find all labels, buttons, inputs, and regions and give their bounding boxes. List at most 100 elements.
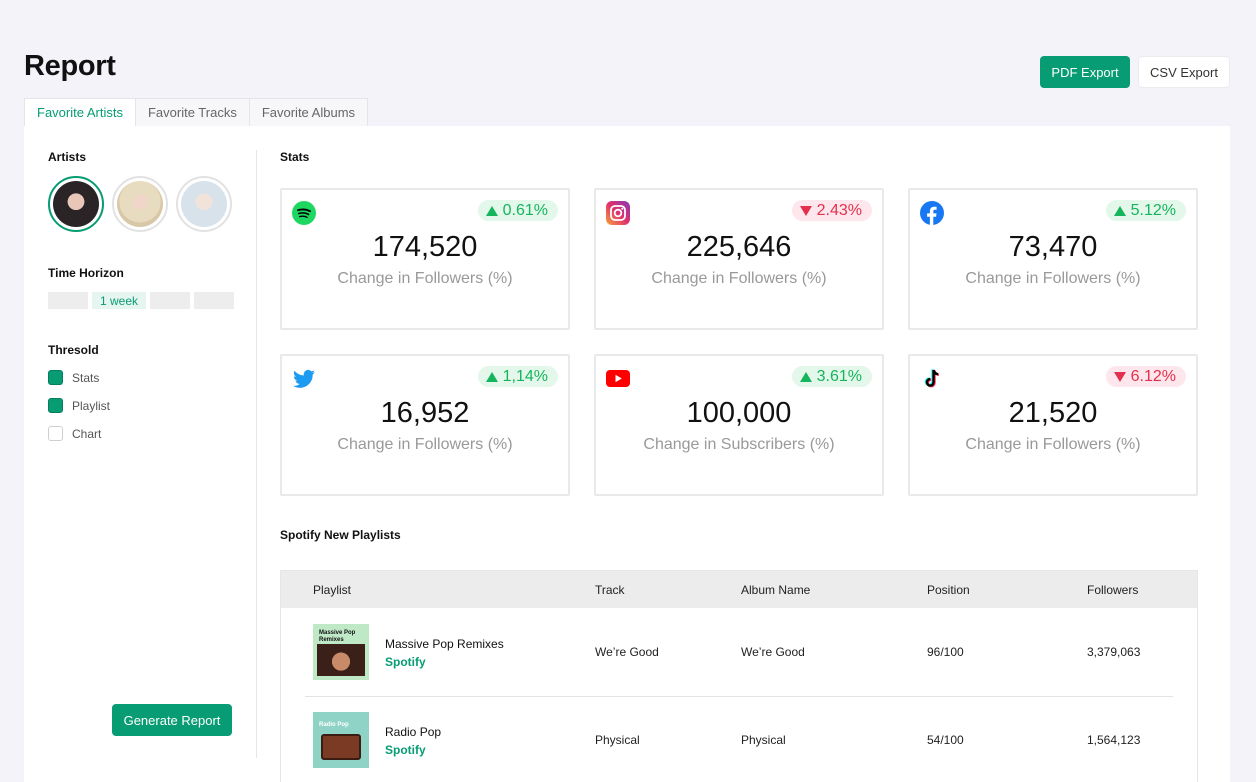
stat-label: Change in Subscribers (%): [643, 436, 835, 453]
change-badge: 0.61%: [477, 200, 558, 221]
change-value: 1,14%: [502, 367, 548, 385]
playlist-name[interactable]: Massive Pop Remixes: [385, 637, 504, 651]
check-playlist[interactable]: Playlist: [48, 398, 234, 413]
position-cell: 96/100: [927, 645, 964, 659]
instagram-icon: [606, 201, 630, 225]
stats-heading: Stats: [280, 150, 310, 164]
check-chart[interactable]: Chart: [48, 426, 234, 441]
check-label: Stats: [72, 370, 100, 385]
album-cell: Physical: [741, 733, 786, 747]
stat-value: 16,952: [380, 397, 470, 429]
followers-cell: 1,564,123: [1087, 733, 1141, 747]
table-header: Playlist Track Album Name Position Follo…: [281, 571, 1197, 608]
tab-favorite-albums[interactable]: Favorite Albums: [249, 98, 369, 127]
stat-label: Change in Followers (%): [651, 270, 827, 287]
artist-avatar-3[interactable]: [176, 176, 232, 232]
change-badge: 3.61%: [791, 366, 872, 387]
stat-label: Change in Followers (%): [965, 270, 1141, 287]
change-value: 0.61%: [502, 201, 548, 219]
playlists-heading: Spotify New Playlists: [280, 528, 401, 542]
time-option-3[interactable]: [150, 292, 190, 309]
time-horizon-heading: Time Horizon: [48, 266, 124, 280]
report-tabs: Favorite Artists Favorite Tracks Favorit…: [24, 98, 369, 127]
time-horizon-selector: 1 week: [48, 292, 234, 309]
page-title: Report: [24, 50, 116, 82]
avatar: [181, 181, 227, 227]
check-label: Playlist: [72, 398, 111, 413]
column-header-followers[interactable]: Followers: [1087, 583, 1138, 597]
triangle-up-icon: [485, 205, 498, 216]
playlist-cover: Radio Pop: [313, 712, 369, 768]
checkbox[interactable]: [48, 370, 63, 385]
facebook-icon: [920, 201, 944, 225]
column-header-track[interactable]: Track: [595, 583, 625, 597]
triangle-down-icon: [1113, 371, 1126, 382]
tab-favorite-tracks[interactable]: Favorite Tracks: [135, 98, 250, 127]
change-badge: 1,14%: [477, 366, 558, 387]
time-option-4[interactable]: [194, 292, 234, 309]
report-panel: Artists Time Horizon 1 week Thresold Sta…: [24, 126, 1230, 782]
triangle-up-icon: [485, 371, 498, 382]
stat-value: 73,470: [1008, 231, 1098, 263]
playlist-source[interactable]: Spotify: [385, 655, 426, 669]
spotify-icon: [292, 201, 316, 225]
track-cell: We’re Good: [595, 645, 659, 659]
avatar: [53, 181, 99, 227]
column-header-playlist[interactable]: Playlist: [313, 583, 351, 597]
triangle-up-icon: [1113, 205, 1126, 216]
tiktok-icon: [924, 369, 940, 388]
stat-value: 100,000: [686, 397, 792, 429]
stat-card-tiktok: 6.12% 21,520 Change in Followers (%): [908, 354, 1198, 496]
divider: [256, 150, 257, 758]
change-badge: 2.43%: [791, 200, 872, 221]
stat-card-twitter: 1,14% 16,952 Change in Followers (%): [280, 354, 570, 496]
artist-avatar-2[interactable]: [112, 176, 168, 232]
youtube-icon: [606, 370, 630, 387]
threshold-heading: Thresold: [48, 343, 99, 357]
position-cell: 54/100: [927, 733, 964, 747]
playlist-name[interactable]: Radio Pop: [385, 725, 441, 739]
followers-cell: 3,379,063: [1087, 645, 1141, 659]
avatar: [117, 181, 163, 227]
twitter-icon: [293, 369, 315, 388]
playlist-cover: Massive Pop Remixes: [313, 624, 369, 680]
change-badge: 5.12%: [1105, 200, 1186, 221]
stat-value: 21,520: [1008, 397, 1098, 429]
table-row[interactable]: Radio Pop Radio Pop Spotify Physical Phy…: [281, 696, 1197, 782]
column-header-album[interactable]: Album Name: [741, 583, 810, 597]
track-cell: Physical: [595, 733, 640, 747]
check-stats[interactable]: Stats: [48, 370, 234, 385]
playlist-source[interactable]: Spotify: [385, 743, 426, 757]
album-cell: We’re Good: [741, 645, 805, 659]
checkbox[interactable]: [48, 426, 63, 441]
artist-avatars: [48, 176, 234, 232]
column-header-position[interactable]: Position: [927, 583, 970, 597]
playlists-table: Playlist Track Album Name Position Follo…: [280, 570, 1198, 782]
generate-report-button[interactable]: Generate Report: [112, 704, 232, 736]
triangle-down-icon: [799, 205, 812, 216]
tab-favorite-artists[interactable]: Favorite Artists: [24, 98, 136, 127]
change-value: 5.12%: [1130, 201, 1176, 219]
stat-card-spotify: 0.61% 174,520 Change in Followers (%): [280, 188, 570, 330]
artist-avatar-1[interactable]: [48, 176, 104, 232]
pdf-export-button[interactable]: PDF Export: [1040, 56, 1130, 88]
change-value: 6.12%: [1130, 367, 1176, 385]
table-row[interactable]: Massive Pop Remixes Massive Pop Remixes …: [281, 608, 1197, 696]
stat-label: Change in Followers (%): [337, 270, 513, 287]
stat-card-youtube: 3.61% 100,000 Change in Subscribers (%): [594, 354, 884, 496]
cover-title: Radio Pop: [319, 722, 349, 728]
stat-label: Change in Followers (%): [965, 436, 1141, 453]
change-value: 3.61%: [816, 367, 862, 385]
artists-heading: Artists: [48, 150, 87, 164]
cover-title: Massive Pop Remixes: [319, 630, 356, 643]
cover-image: [321, 734, 361, 760]
csv-export-button[interactable]: CSV Export: [1138, 56, 1230, 88]
stat-card-facebook: 5.12% 73,470 Change in Followers (%): [908, 188, 1198, 330]
time-option-1-week[interactable]: 1 week: [92, 292, 146, 309]
checkbox[interactable]: [48, 398, 63, 413]
stat-value: 225,646: [686, 231, 792, 263]
time-option-1[interactable]: [48, 292, 88, 309]
change-badge: 6.12%: [1105, 366, 1186, 387]
triangle-up-icon: [799, 371, 812, 382]
stat-card-instagram: 2.43% 225,646 Change in Followers (%): [594, 188, 884, 330]
